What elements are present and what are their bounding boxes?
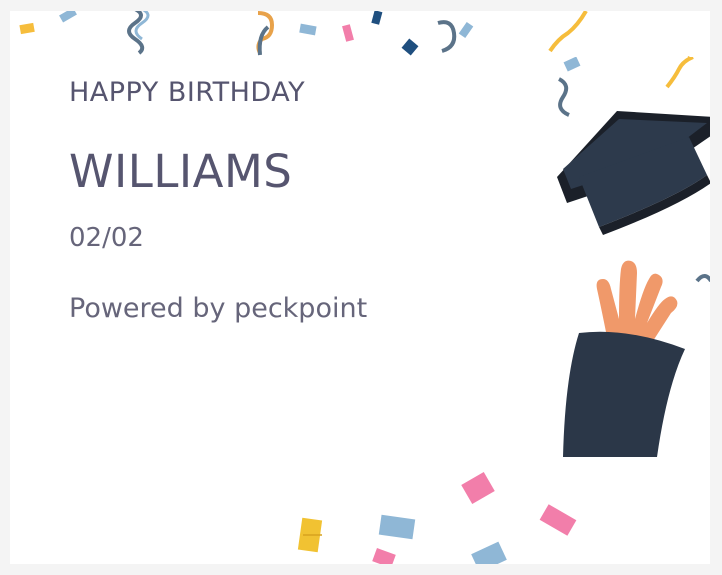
greeting-heading: HAPPY BIRTHDAY <box>69 77 306 108</box>
powered-by-text: Powered by peckpoint <box>69 293 368 324</box>
birthday-card: HAPPY BIRTHDAY WILLIAMS 02/02 Powered by… <box>10 11 710 564</box>
recipient-name: WILLIAMS <box>69 145 293 198</box>
birthday-date: 02/02 <box>69 223 144 253</box>
graduation-cap-hand-icon <box>557 57 710 457</box>
